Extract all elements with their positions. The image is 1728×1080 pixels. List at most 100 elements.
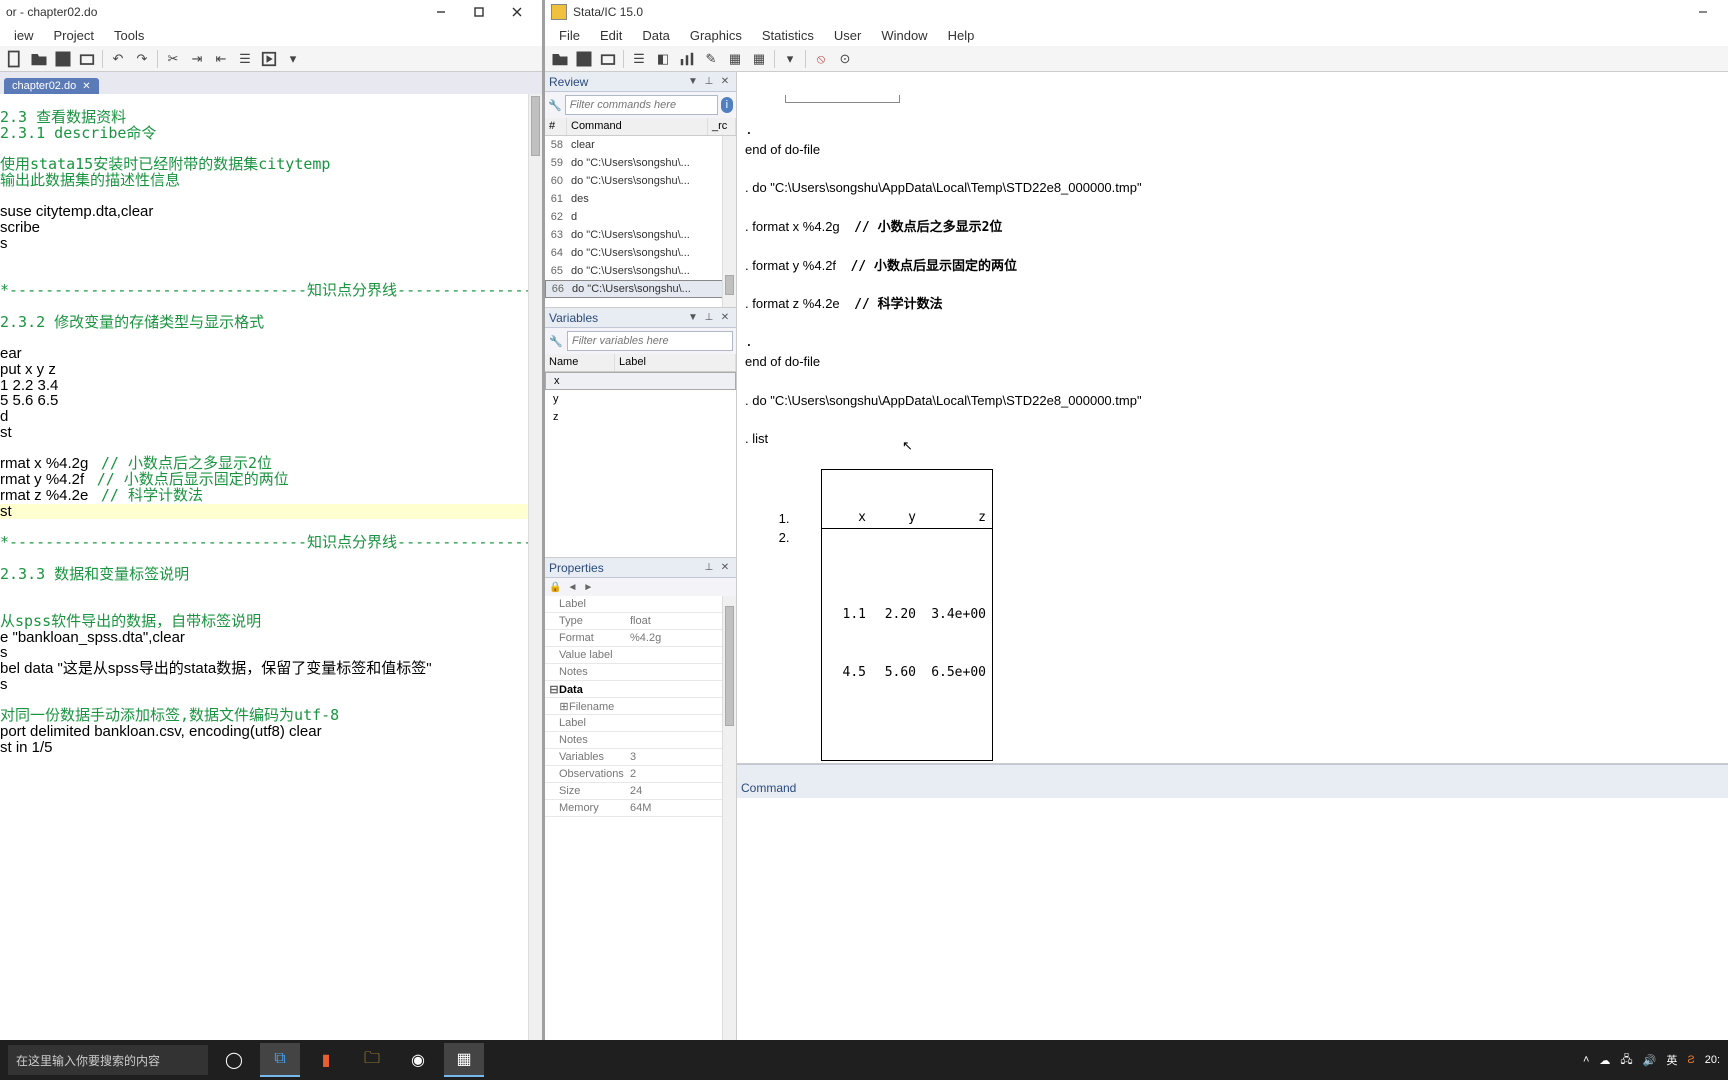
more-icon[interactable]: ▾ (779, 48, 801, 70)
close-panel-icon[interactable]: ✕ (718, 561, 732, 575)
tray-ime[interactable]: 英 (1666, 1052, 1677, 1068)
pin-icon[interactable]: ⊥ (702, 311, 716, 325)
filter-icon[interactable]: ▼ (686, 311, 700, 325)
search-icon[interactable]: ⊙ (834, 48, 856, 70)
data-browser-icon[interactable]: ▦ (748, 48, 770, 70)
variables-filter-input[interactable] (567, 331, 733, 351)
stata-minimize-button[interactable] (1684, 1, 1722, 23)
bookmark-icon[interactable]: ☰ (234, 48, 256, 70)
save-icon[interactable] (573, 48, 595, 70)
cut-icon[interactable]: ✂ (162, 48, 184, 70)
review-vscroll[interactable] (722, 136, 736, 307)
wrench-icon[interactable]: 🔧 (548, 97, 562, 113)
terminal-icon[interactable]: ⧉ (260, 1043, 300, 1077)
properties-vscroll[interactable] (722, 596, 736, 1044)
review-row[interactable]: 58clear (545, 136, 736, 154)
new-icon[interactable] (4, 48, 26, 70)
file-explorer-icon[interactable]: 🗀 (352, 1043, 392, 1077)
undo-icon[interactable]: ↶ (107, 48, 129, 70)
review-panel: Review ▼ ⊥ ✕ 🔧 i # Command _rc (545, 72, 736, 307)
file-tab[interactable]: chapter02.do ✕ (4, 78, 99, 94)
review-row[interactable]: 60do "C:\Users\songshu\... (545, 172, 736, 190)
minimize-button[interactable] (422, 1, 460, 23)
print-icon[interactable] (597, 48, 619, 70)
tray-network-icon[interactable]: 🖧 (1620, 1051, 1632, 1070)
viewer-icon[interactable]: ◧ (652, 48, 674, 70)
redo-icon[interactable]: ↷ (131, 48, 153, 70)
tab-close-icon[interactable]: ✕ (82, 81, 90, 92)
stata-toolbar: ☰ ◧ ✎ ▦ ▦ ▾ ⦸ ⊙ (545, 46, 1728, 72)
menu-graphics[interactable]: Graphics (680, 26, 752, 45)
close-panel-icon[interactable]: ✕ (718, 311, 732, 325)
prev-icon[interactable]: ◄ (567, 582, 577, 593)
stata-title: Stata/IC 15.0 (573, 5, 1684, 19)
editor-body[interactable]: 2.3 查看数据资料 2.3.1 describe命令 使用stata15安装时… (0, 94, 542, 1058)
taskbar-search[interactable]: 在这里输入你要搜索的内容 (8, 1045, 208, 1075)
next-icon[interactable]: ► (583, 582, 593, 593)
editor-vscroll[interactable] (528, 94, 542, 1044)
wrench-icon[interactable]: 🔧 (548, 333, 564, 349)
do-editor-icon[interactable]: ✎ (700, 48, 722, 70)
menu-data[interactable]: Data (632, 26, 679, 45)
menu-help[interactable]: Help (938, 26, 985, 45)
tray-cloud-icon[interactable]: ☁ (1599, 1054, 1610, 1067)
menu-window[interactable]: Window (871, 26, 937, 45)
data-editor-icon[interactable]: ▦ (724, 48, 746, 70)
run-dropdown-icon[interactable]: ▾ (282, 48, 304, 70)
tray-volume-icon[interactable]: 🔊 (1643, 1054, 1657, 1067)
review-row[interactable]: 62d (545, 208, 736, 226)
close-panel-icon[interactable]: ✕ (718, 75, 732, 89)
results-window[interactable]: . end of do-file . do "C:\Users\songshu\… (737, 72, 1728, 763)
chrome-icon[interactable]: ◉ (398, 1043, 438, 1077)
maximize-button[interactable] (460, 1, 498, 23)
tab-label: chapter02.do (12, 80, 76, 92)
review-filter-input[interactable] (565, 95, 718, 115)
print-icon[interactable] (76, 48, 98, 70)
tray-sogou-icon[interactable]: Ƨ (1687, 1054, 1694, 1066)
tray-time[interactable]: 20: (1705, 1054, 1720, 1066)
break-icon[interactable]: ⦸ (810, 48, 832, 70)
review-row[interactable]: 66do "C:\Users\songshu\... (545, 280, 736, 298)
indent-icon[interactable]: ⇥ (186, 48, 208, 70)
review-title: Review (549, 75, 684, 89)
run-icon[interactable] (258, 48, 280, 70)
filter-icon[interactable]: ▼ (686, 75, 700, 89)
close-button[interactable] (498, 1, 536, 23)
lock-icon[interactable]: 🔒 (549, 582, 561, 593)
command-panel: Command (737, 763, 1728, 1058)
review-row[interactable]: 64do "C:\Users\songshu\... (545, 244, 736, 262)
pin-icon[interactable]: ⊥ (702, 75, 716, 89)
menu-statistics[interactable]: Statistics (752, 26, 824, 45)
outdent-icon[interactable]: ⇤ (210, 48, 232, 70)
properties-toolbar: 🔒 ◄ ► (545, 578, 736, 596)
stata-app-icon (551, 4, 567, 20)
review-row[interactable]: 65do "C:\Users\songshu\... (545, 262, 736, 280)
command-input[interactable] (737, 798, 1728, 1058)
review-row[interactable]: 59do "C:\Users\songshu\... (545, 154, 736, 172)
save-icon[interactable] (52, 48, 74, 70)
open-icon[interactable] (549, 48, 571, 70)
info-icon[interactable]: i (721, 97, 733, 113)
menu-tools[interactable]: Tools (104, 26, 154, 45)
review-row[interactable]: 63do "C:\Users\songshu\... (545, 226, 736, 244)
variable-row[interactable]: x (545, 372, 736, 390)
open-icon[interactable] (28, 48, 50, 70)
menu-project[interactable]: Project (44, 26, 104, 45)
review-row[interactable]: 61des (545, 190, 736, 208)
menu-file[interactable]: File (549, 26, 590, 45)
pin-icon[interactable]: ⊥ (702, 561, 716, 575)
app-icon-1[interactable]: ▮ (306, 1043, 346, 1077)
editor-tabbar: chapter02.do ✕ (0, 72, 542, 94)
variable-row[interactable]: y (545, 390, 736, 408)
log-icon[interactable]: ☰ (628, 48, 650, 70)
menu-edit[interactable]: Edit (590, 26, 632, 45)
graph-icon[interactable] (676, 48, 698, 70)
cortana-icon[interactable]: ◯ (214, 1043, 254, 1077)
tray-up-icon[interactable]: ˄ (1583, 1054, 1589, 1066)
menu-view[interactable]: iew (4, 26, 44, 45)
stata-menubar: File Edit Data Graphics Statistics User … (545, 24, 1728, 46)
windows-taskbar: 在这里输入你要搜索的内容 ◯ ⧉ ▮ 🗀 ◉ ▦ ˄ ☁ 🖧 🔊 英 Ƨ 20: (0, 1040, 1728, 1080)
variable-row[interactable]: z (545, 408, 736, 426)
taskview-icon[interactable]: ▦ (444, 1043, 484, 1077)
menu-user[interactable]: User (824, 26, 871, 45)
